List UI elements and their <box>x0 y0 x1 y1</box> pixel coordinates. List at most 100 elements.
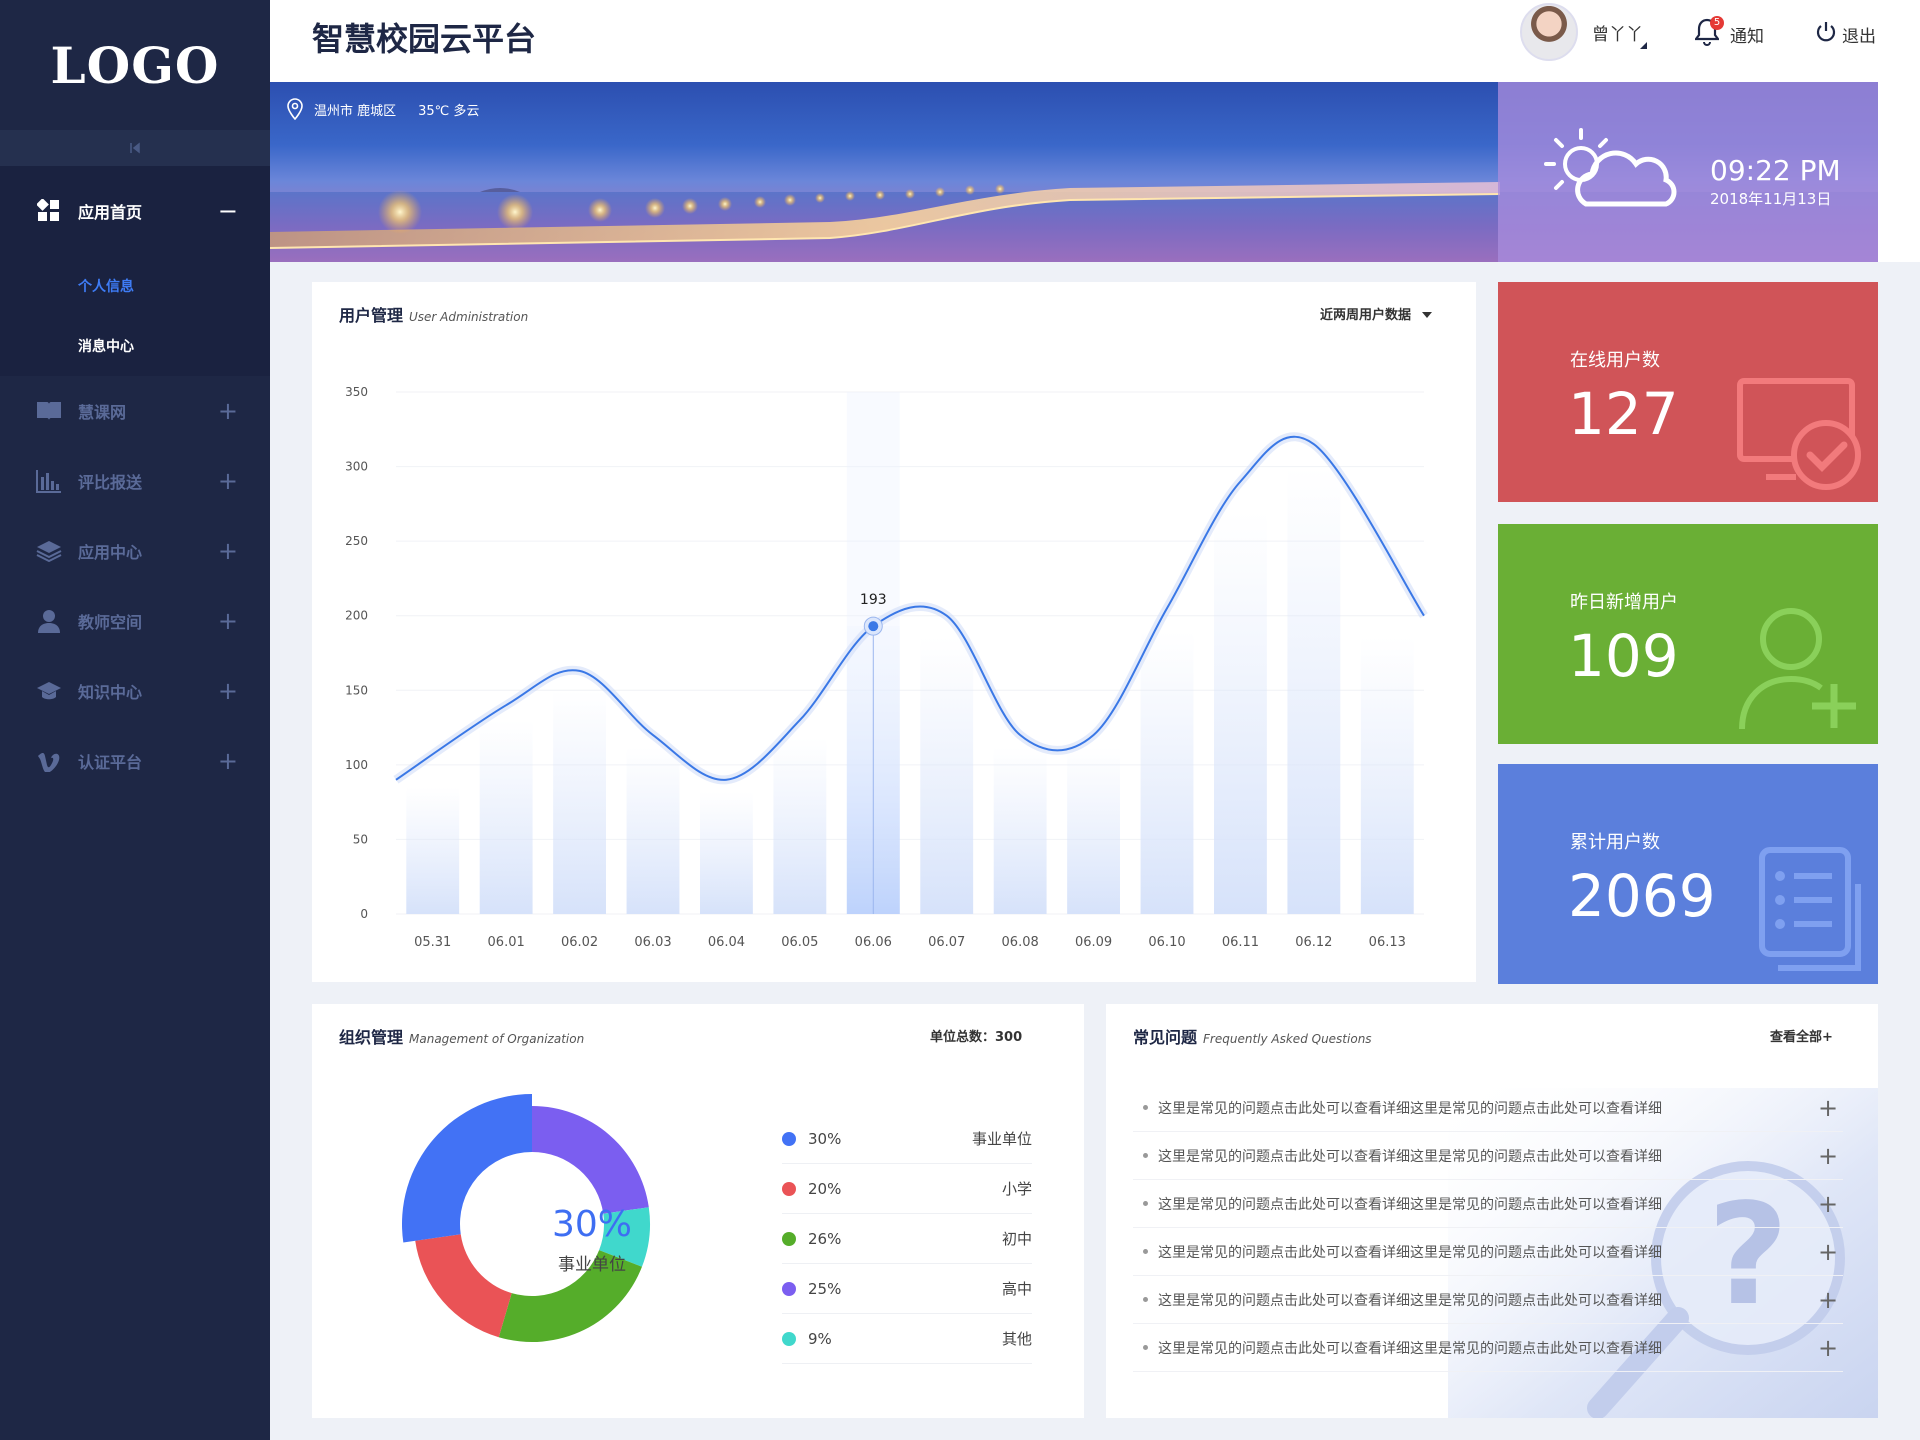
location-info: 温州市 鹿城区 35℃ 多云 <box>286 98 479 120</box>
minus-icon[interactable]: − <box>218 197 238 225</box>
legend-name: 初中 <box>1001 1230 1032 1248</box>
expand-plus-icon[interactable]: + <box>1813 1286 1843 1314</box>
bar <box>773 738 827 914</box>
legend-item[interactable]: 25% 高中 <box>782 1264 1032 1314</box>
view-all-link[interactable]: 查看全部+ <box>1770 1026 1833 1045</box>
bullet-icon <box>1143 1153 1148 1158</box>
panel-title-text: 常见问题 <box>1133 1028 1198 1047</box>
clock: 09:22 PM <box>1710 154 1841 187</box>
nav-teacher-space[interactable]: 教师空间 + <box>0 586 270 656</box>
expand-plus-icon[interactable]: + <box>1813 1334 1843 1362</box>
nav-label: 慧课网 <box>78 403 127 422</box>
legend-item[interactable]: 20% 小学 <box>782 1164 1032 1214</box>
expand-plus-icon[interactable]: + <box>1813 1142 1843 1170</box>
faq-item[interactable]: 这里是常见的问题点击此处可以查看详细这里是常见的问题点击此处可以查看详细 + <box>1133 1276 1843 1324</box>
user-icon <box>36 608 62 634</box>
nav-label: 评比报送 <box>78 473 143 492</box>
vimeo-icon <box>36 748 62 774</box>
bar <box>993 746 1047 914</box>
logout-link[interactable]: 退出 <box>1842 22 1876 47</box>
logo: LOGO <box>50 35 220 95</box>
x-tick-label: 06.07 <box>928 935 965 950</box>
sub-item-personal-info[interactable]: 个人信息 <box>0 256 270 316</box>
x-tick-label: 06.03 <box>634 935 671 950</box>
y-tick-label: 350 <box>345 385 368 399</box>
faq-item[interactable]: 这里是常见的问题点击此处可以查看详细这里是常见的问题点击此处可以查看详细 + <box>1133 1084 1843 1132</box>
plus-icon[interactable]: + <box>218 747 238 775</box>
faq-item[interactable]: 这里是常见的问题点击此处可以查看详细这里是常见的问题点击此处可以查看详细 + <box>1133 1180 1843 1228</box>
faq-item[interactable]: 这里是常见的问题点击此处可以查看详细这里是常见的问题点击此处可以查看详细 + <box>1133 1324 1843 1372</box>
power-icon[interactable] <box>1815 21 1837 43</box>
stat-label: 累计用户数 <box>1570 832 1660 853</box>
org-legend: 30% 事业单位 20% 小学 26% 初中 25% 高中 9% 其他 <box>782 1114 1032 1364</box>
bar <box>553 690 607 914</box>
legend-item[interactable]: 26% 初中 <box>782 1214 1032 1264</box>
bullet-icon <box>1143 1297 1148 1302</box>
panel-title: 组织管理 Management of Organization <box>339 1024 584 1048</box>
faq-list: 这里是常见的问题点击此处可以查看详细这里是常见的问题点击此处可以查看详细 + 这里… <box>1133 1084 1843 1372</box>
plus-icon[interactable]: + <box>218 397 238 425</box>
plus-icon[interactable]: + <box>218 537 238 565</box>
faq-question: 这里是常见的问题点击此处可以查看详细这里是常见的问题点击此处可以查看详细 <box>1158 1100 1662 1117</box>
expand-plus-icon[interactable]: + <box>1813 1094 1843 1122</box>
bar <box>920 636 974 914</box>
user-menu-caret-icon[interactable] <box>1640 42 1647 49</box>
faq-item[interactable]: 这里是常见的问题点击此处可以查看详细这里是常见的问题点击此处可以查看详细 + <box>1133 1132 1843 1180</box>
legend-item[interactable]: 30% 事业单位 <box>782 1114 1032 1164</box>
nav-auth-platform[interactable]: 认证平台 + <box>0 726 270 796</box>
series-line <box>395 435 1425 781</box>
y-tick-label: 100 <box>345 758 368 772</box>
monitor-check-icon <box>1737 378 1861 490</box>
layers-icon <box>36 538 62 564</box>
nav-knowledge-center[interactable]: 知识中心 + <box>0 656 270 726</box>
bullet-icon <box>1143 1201 1148 1206</box>
legend-dot <box>782 1181 796 1196</box>
nav-home[interactable]: 应用首页 − <box>0 166 270 256</box>
x-tick-label: 06.01 <box>488 935 525 950</box>
donut-center-label: 事业单位 <box>558 1255 626 1275</box>
collapse-button[interactable] <box>0 130 270 166</box>
plus-icon[interactable]: + <box>218 467 238 495</box>
bar <box>1140 630 1194 914</box>
bar <box>1360 636 1414 914</box>
location-text: 温州市 鹿城区 <box>314 103 397 119</box>
username[interactable]: 曾丫丫 <box>1592 20 1643 45</box>
bar <box>699 791 753 914</box>
user-line-chart: 0 50 100 150 200 250 300 350 05.31 06.01 06.02 06.0… <box>345 385 1428 950</box>
legend-dot <box>782 1331 796 1346</box>
stat-value: 127 <box>1568 380 1679 448</box>
donut-segment[interactable] <box>532 1106 649 1214</box>
plus-icon[interactable]: + <box>218 677 238 705</box>
weather-card: 09:22 PM 2018年11月13日 <box>1498 82 1878 262</box>
nav-home-label: 应用首页 <box>78 203 143 222</box>
panel-title-en: Management of Organization <box>409 1032 585 1046</box>
legend-dot <box>782 1231 796 1246</box>
stat-online-users: 在线用户数 127 <box>1498 282 1878 502</box>
stat-total-users: 累计用户数 2069 <box>1498 764 1878 984</box>
sidebar: LOGO 应用首页 − 个人信息 消息中心 慧课网 + 评比报送 + 应用中心 <box>0 0 270 1440</box>
bar <box>1067 746 1121 914</box>
sub-item-message-center[interactable]: 消息中心 <box>0 316 270 376</box>
x-tick-label: 06.05 <box>781 935 818 950</box>
org-panel: 组织管理 Management of Organization 单位总数：300 … <box>312 1004 1084 1418</box>
stat-label: 昨日新增用户 <box>1570 592 1678 613</box>
partly-cloudy-icon <box>1544 128 1677 207</box>
stat-value: 109 <box>1568 622 1679 690</box>
faq-question: 这里是常见的问题点击此处可以查看详细这里是常见的问题点击此处可以查看详细 <box>1158 1148 1662 1165</box>
nav-app-center[interactable]: 应用中心 + <box>0 516 270 586</box>
stat-new-users: 昨日新增用户 109 <box>1498 524 1878 744</box>
avatar[interactable] <box>1520 3 1578 61</box>
expand-plus-icon[interactable]: + <box>1813 1190 1843 1218</box>
plus-icon[interactable]: + <box>218 607 238 635</box>
legend-pct: 26% <box>808 1229 842 1248</box>
bar <box>1213 511 1267 914</box>
expand-plus-icon[interactable]: + <box>1813 1238 1843 1266</box>
nav-pingbi[interactable]: 评比报送 + <box>0 446 270 516</box>
legend-pct: 9% <box>808 1329 832 1348</box>
y-tick-label: 50 <box>353 832 368 846</box>
nav-huike[interactable]: 慧课网 + <box>0 376 270 446</box>
weather-banner: 温州市 鹿城区 35℃ 多云 09:22 PM 2018年11月13日 <box>270 82 1920 262</box>
notify-link[interactable]: 通知 <box>1730 22 1764 47</box>
faq-item[interactable]: 这里是常见的问题点击此处可以查看详细这里是常见的问题点击此处可以查看详细 + <box>1133 1228 1843 1276</box>
legend-item[interactable]: 9% 其他 <box>782 1314 1032 1364</box>
